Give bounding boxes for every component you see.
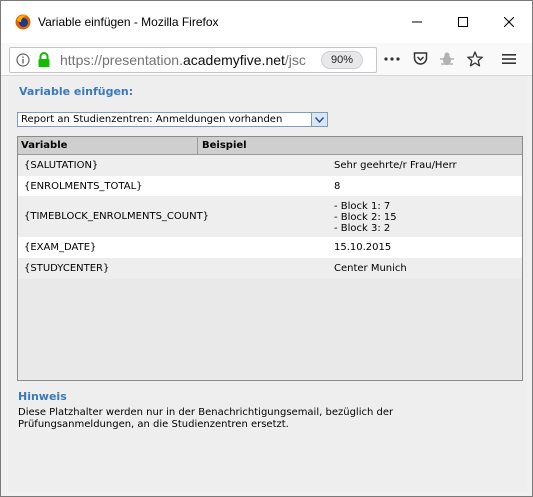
example-cell: 15.10.2015 — [334, 242, 392, 253]
select-value: Report an Studienzentren: Anmeldungen vo… — [21, 114, 283, 125]
page-content: Variable einfügen: Report an Studienzent… — [8, 76, 527, 492]
pocket-button[interactable] — [411, 50, 429, 68]
example-cell: - Block 1: 7 - Block 2: 15 - Block 3: 2 — [334, 201, 397, 234]
example-line: - Block 1: 7 — [334, 201, 391, 212]
variable-cell: {EXAM_DATE} — [24, 242, 97, 253]
zoom-indicator[interactable]: 90% — [321, 51, 363, 69]
maximize-icon — [458, 17, 468, 27]
menu-button[interactable] — [500, 50, 518, 68]
title-bar: Variable einfügen - Mozilla Firefox — [1, 1, 532, 43]
example-line: - Block 3: 2 — [334, 223, 391, 234]
variables-table: Variable Beispiel {SALUTATION} Sehr geeh… — [17, 136, 523, 381]
extension-button[interactable] — [438, 50, 456, 68]
report-select[interactable]: Report an Studienzentren: Anmeldungen vo… — [17, 112, 328, 127]
table-header: Variable Beispiel — [18, 137, 522, 155]
maximize-button[interactable] — [440, 1, 486, 43]
hamburger-menu-icon — [502, 54, 516, 64]
variable-cell: {SALUTATION} — [24, 160, 99, 171]
table-row[interactable]: {STUDYCENTER} Center Munich — [18, 258, 522, 279]
bookmark-button[interactable] — [466, 50, 484, 68]
star-icon — [467, 51, 483, 67]
info-icon[interactable] — [16, 53, 30, 67]
extension-bug-icon — [440, 52, 454, 65]
table-row[interactable]: {SALUTATION} Sehr geehrte/r Frau/Herr — [18, 155, 522, 176]
url-text[interactable]: https://presentation.academyfive.net/jsc — [60, 52, 318, 68]
pocket-icon — [413, 52, 427, 65]
variable-cell: {STUDYCENTER} — [24, 263, 110, 274]
column-header-beispiel[interactable]: Beispiel — [199, 137, 522, 154]
select-arrow[interactable] — [311, 113, 327, 126]
table-row[interactable]: {EXAM_DATE} 15.10.2015 — [18, 237, 522, 258]
table-row[interactable]: {ENROLMENTS_TOTAL} 8 — [18, 176, 522, 196]
variable-cell: {ENROLMENTS_TOTAL} — [24, 181, 143, 192]
navigation-bar: https://presentation.academyfive.net/jsc… — [1, 43, 532, 76]
example-cell: Sehr geehrte/r Frau/Herr — [334, 160, 457, 171]
table-row[interactable]: {TIMEBLOCK_ENROLMENTS_COUNT} - Block 1: … — [18, 196, 522, 237]
column-header-variable[interactable]: Variable — [18, 137, 198, 154]
page-actions-button[interactable] — [383, 50, 401, 68]
firefox-logo-icon — [15, 14, 31, 30]
hint-title: Hinweis — [18, 390, 67, 403]
example-cell: Center Munich — [334, 263, 407, 274]
hint-text: Diese Platzhalter werden nur in der Bena… — [18, 407, 394, 430]
example-line: - Block 2: 15 — [334, 212, 397, 223]
url-bar[interactable]: https://presentation.academyfive.net/jsc… — [9, 47, 377, 73]
close-icon — [504, 17, 514, 27]
minimize-button[interactable] — [394, 1, 440, 43]
minimize-icon — [412, 21, 422, 23]
more-dots-icon — [384, 57, 400, 61]
example-cell: 8 — [334, 181, 341, 192]
browser-window: Variable einfügen - Mozilla Firefox http… — [0, 0, 533, 497]
close-button[interactable] — [486, 1, 532, 43]
chevron-down-icon — [315, 116, 324, 123]
lock-icon[interactable] — [37, 52, 51, 68]
window-title: Variable einfügen - Mozilla Firefox — [38, 15, 219, 29]
variable-cell: {TIMEBLOCK_ENROLMENTS_COUNT} — [24, 211, 210, 222]
page-heading: Variable einfügen: — [19, 85, 134, 98]
